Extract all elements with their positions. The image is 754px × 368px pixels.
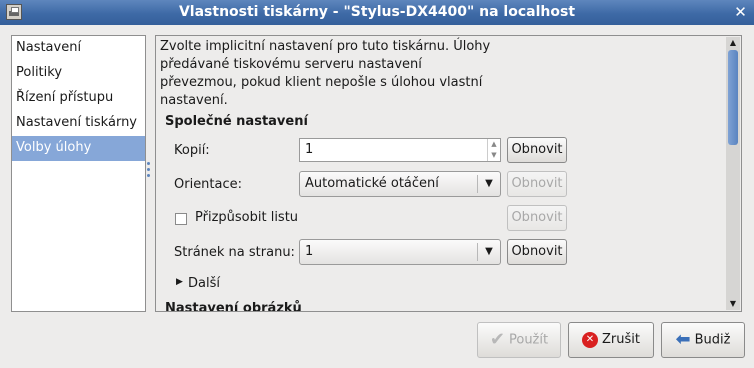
pages-per-side-reset-button[interactable]: Obnovit — [507, 239, 567, 265]
scroll-up-icon[interactable]: ▲ — [726, 37, 740, 49]
sidebar-item-printer-options[interactable]: Nastavení tiskárny — [12, 111, 145, 136]
orientation-select[interactable]: Automatické otáčení ▼ — [299, 171, 501, 197]
apply-button[interactable]: ✔ Použít — [477, 322, 561, 358]
copies-reset-button[interactable]: Obnovit — [507, 137, 567, 163]
sidebar-item-policies[interactable]: Politiky — [12, 61, 145, 86]
scrollbar-thumb[interactable] — [728, 50, 738, 145]
chevron-down-icon: ▼ — [477, 243, 500, 261]
chevron-down-icon: ▼ — [477, 175, 500, 193]
scroll-down-icon[interactable]: ▼ — [726, 298, 740, 310]
check-icon: ✔ — [489, 329, 505, 350]
spin-buttons[interactable]: ▲ ▼ — [487, 139, 500, 161]
sidebar-item-access-control[interactable]: Řízení přístupu — [12, 86, 145, 111]
sidebar: Nastavení Politiky Řízení přístupu Nasta… — [11, 35, 146, 312]
sidebar-item-settings[interactable]: Nastavení — [12, 36, 145, 61]
cancel-button[interactable]: ✕ Zrušit — [568, 322, 654, 358]
printer-icon — [6, 4, 22, 20]
pane-resize-handle[interactable] — [147, 162, 152, 184]
cancel-icon: ✕ — [582, 331, 598, 348]
orientation-reset-button[interactable]: Obnovit — [507, 171, 567, 197]
pages-per-side-select[interactable]: 1 ▼ — [299, 239, 501, 265]
intro-text: Zvolte implicitní nastavení pro tuto tis… — [160, 39, 491, 108]
section-heading-common: Společné nastavení — [165, 114, 308, 129]
more-expander-label[interactable]: Další — [188, 276, 220, 291]
more-expander-arrow-icon[interactable]: ▶ — [176, 277, 183, 287]
section-heading-image: Nastavení obrázků — [165, 301, 302, 312]
fit-page-reset-button[interactable]: Obnovit — [507, 205, 567, 231]
vertical-scrollbar[interactable]: ▲ ▼ — [726, 37, 740, 310]
ok-button[interactable]: ⬅ Budiž — [661, 322, 745, 358]
sidebar-item-job-options[interactable]: Volby úlohy — [12, 136, 145, 161]
copies-label: Kopií: — [174, 143, 210, 158]
back-arrow-icon: ⬅ — [675, 329, 691, 350]
fit-page-label[interactable]: Přizpůsobit listu — [195, 210, 298, 225]
title-bar: Vlastnosti tiskárny - "Stylus-DX4400" na… — [0, 0, 754, 25]
fit-page-checkbox[interactable] — [175, 213, 187, 225]
job-options-panel: Zvolte implicitní nastavení pro tuto tis… — [155, 35, 742, 312]
orientation-label: Orientace: — [174, 177, 243, 192]
pages-per-side-label: Stránek na stranu: — [174, 245, 295, 260]
copies-spinbox[interactable]: 1 ▲ ▼ — [299, 138, 501, 162]
close-icon[interactable]: ✕ — [731, 3, 750, 22]
window-title: Vlastnosti tiskárny - "Stylus-DX4400" na… — [178, 4, 576, 20]
